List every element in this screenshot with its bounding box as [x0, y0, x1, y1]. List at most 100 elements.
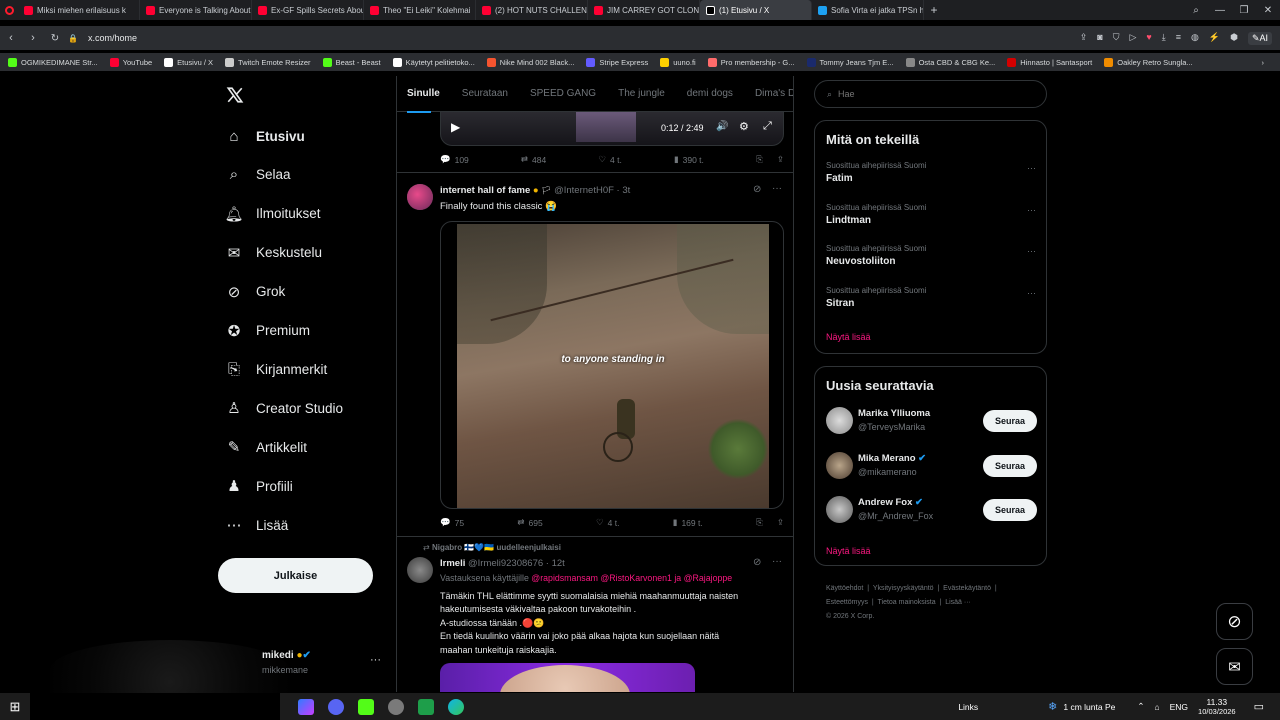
reply-button[interactable]: 💬 109 — [440, 154, 469, 165]
back-icon[interactable]: ‹ — [0, 32, 22, 44]
follow-button[interactable]: Seuraa — [983, 454, 1037, 477]
bookmark-item[interactable]: Twitch Emote Resizer — [225, 57, 311, 67]
bookmarks-overflow-icon[interactable]: › — [1262, 58, 1280, 67]
fullscreen-icon[interactable]: ⤢ — [763, 120, 772, 133]
bookmark-item[interactable]: uuno.fi — [660, 57, 696, 67]
bookmark-item[interactable]: Pro membership - G... — [707, 57, 795, 67]
nav-item-grok[interactable]: ⊘ Grok — [226, 280, 286, 304]
edge-icon[interactable] — [448, 698, 464, 715]
avatar[interactable] — [826, 407, 853, 434]
tab-speed-gang[interactable]: SPEED GANG — [530, 88, 596, 99]
avatar[interactable] — [407, 184, 433, 210]
tab-the-jungle[interactable]: The jungle — [618, 88, 665, 99]
follow-name[interactable]: Mika Merano ✔ — [858, 453, 926, 464]
nav-item-ilmoitukset[interactable]: 🔔︎ Ilmoitukset — [224, 202, 320, 226]
tab-seurataan[interactable]: Seurataan — [462, 88, 508, 99]
bookmark-item[interactable]: Käytetyt pelitietoko... — [392, 57, 475, 67]
browser-tab[interactable]: Theo "Ei Leiki" Kolehmai — [364, 0, 476, 20]
bookmark-item[interactable]: Tommy Jeans Tjm E... — [806, 57, 894, 67]
new-tab-plus-icon[interactable]: + — [924, 3, 944, 17]
browser-tab-active[interactable]: (1) Etusivu / X — [700, 0, 812, 20]
bookmark-item[interactable]: Beast - Beast — [322, 57, 381, 67]
weather-text[interactable]: 1 cm lunta Pe — [1063, 702, 1115, 712]
share-icon[interactable]: ⇪ — [777, 517, 784, 528]
close-window-icon[interactable]: ✕ — [1256, 5, 1280, 16]
trend-more-icon[interactable]: ··· — [1027, 246, 1036, 256]
post-button[interactable]: Julkaise — [218, 558, 373, 593]
bookmark-item[interactable]: Oakley Retro Sungla... — [1104, 57, 1193, 67]
trend-more-icon[interactable]: ··· — [1027, 288, 1036, 298]
author-name[interactable]: internet hall of fame — [440, 185, 530, 196]
repost-button[interactable]: ⇄ 695 — [517, 517, 542, 528]
nav-item-lisää[interactable]: ⋯ Lisää — [226, 513, 289, 537]
streaming-app-icon[interactable] — [418, 698, 434, 715]
copilot-icon[interactable] — [298, 698, 314, 715]
nav-item-premium[interactable]: ✪ Premium — [226, 319, 310, 343]
ai-button[interactable]: ✎AI — [1247, 31, 1272, 45]
account-more-icon[interactable]: ··· — [370, 654, 381, 666]
clock[interactable]: 11.33 10/03/2026 — [1198, 697, 1236, 717]
maximize-icon[interactable]: ❐ — [1232, 5, 1256, 16]
trend-more-icon[interactable]: ··· — [1027, 163, 1036, 173]
author-handle[interactable]: @Irmeli92308676 — [468, 558, 543, 569]
x-logo-icon[interactable] — [226, 86, 244, 109]
settings-gear-icon[interactable]: ⚙ — [739, 120, 749, 133]
avatar[interactable] — [407, 557, 433, 583]
account-name[interactable]: mikedi ●✔ — [262, 650, 311, 661]
tab-dimas-dist[interactable]: Dima's Dist — [755, 88, 793, 99]
tab-demi-dogs[interactable]: demi dogs — [687, 88, 733, 99]
video-player-2[interactable]: to anyone standing in — [440, 221, 784, 509]
messages-fab-icon[interactable]: ✉ — [1216, 648, 1253, 685]
nav-item-kirjanmerkit[interactable]: ⎘ Kirjanmerkit — [226, 357, 327, 381]
share-icon[interactable]: ⇪ — [1080, 32, 1088, 45]
follow-name[interactable]: Andrew Fox ✔ — [858, 497, 923, 508]
search-tabs-icon[interactable]: ⌕ — [1184, 5, 1208, 16]
browser-tab[interactable]: Ex-GF Spills Secrets About — [252, 0, 364, 20]
views-button[interactable]: ▮ 390 t. — [674, 154, 704, 165]
avatar[interactable] — [826, 451, 853, 479]
bookmark-item[interactable]: Etusivu / X — [164, 57, 213, 67]
share-icon[interactable]: ⇪ — [777, 154, 784, 165]
author-handle[interactable]: @InternetH0F — [554, 185, 614, 196]
trend-item[interactable]: Suosittua aihepiirissä Suomi Fatim ··· — [826, 161, 1036, 184]
trend-item[interactable]: Suosittua aihepiirissä Suomi Lindtman ··· — [826, 203, 1036, 226]
bookmark-icon[interactable]: ⎘ — [756, 154, 763, 165]
notification-icon[interactable]: ▭ — [1254, 700, 1264, 713]
post-more-icon[interactable]: ··· — [772, 556, 782, 567]
follow-name[interactable]: Marika Ylliuoma — [858, 408, 930, 419]
browser-tab[interactable]: Miksi miehen erilaisuus k — [18, 0, 140, 20]
like-button[interactable]: ♡ 4 t. — [598, 154, 621, 165]
network-icon[interactable]: ⌂ — [1154, 702, 1159, 712]
opera-logo-icon[interactable] — [0, 0, 18, 20]
nav-item-keskustelu[interactable]: ✉ Keskustelu — [226, 241, 322, 265]
nav-item-etusivu[interactable]: ⌂ Etusivu — [226, 124, 304, 148]
shield-icon[interactable]: ⛉ — [1113, 32, 1120, 45]
views-button[interactable]: ▮ 169 t. — [673, 517, 703, 528]
volume-icon[interactable]: 🔊 — [716, 121, 728, 132]
minimize-icon[interactable]: — — [1208, 5, 1232, 16]
post-more-icon[interactable]: ··· — [772, 183, 782, 194]
video-player-1[interactable]: ▶ 0:12 / 2:49 🔊 ⚙ ⤢ — [440, 112, 784, 146]
download-icon[interactable]: ⤓ — [1162, 32, 1166, 45]
forward-icon[interactable]: › — [22, 32, 44, 44]
repost-button[interactable]: ⇄ 484 — [521, 154, 546, 165]
nav-item-profiili[interactable]: ♟ Profiili — [226, 474, 293, 498]
grok-icon[interactable]: ⊘ — [753, 184, 761, 195]
follow-button[interactable]: Seuraa — [983, 499, 1037, 521]
nav-item-artikkelit[interactable]: ✎ Artikkelit — [226, 435, 307, 459]
follow-button[interactable]: Seuraa — [983, 410, 1037, 432]
discord-icon[interactable] — [328, 698, 344, 715]
bookmark-item[interactable]: YouTube — [109, 57, 152, 67]
bookmark-item[interactable]: OGMIKEDIMANE Str... — [8, 57, 98, 67]
camera-icon[interactable]: ◙ — [1097, 32, 1102, 45]
extension-icon[interactable]: ⚡ — [1209, 32, 1220, 45]
search-box[interactable]: ⌕ — [814, 80, 1047, 108]
trend-item[interactable]: Suosittua aihepiirissä Suomi Sitran ··· — [826, 286, 1036, 309]
play-icon[interactable]: ▶ — [451, 120, 460, 134]
reload-icon[interactable]: ↻ — [44, 33, 66, 44]
like-button[interactable]: ♡ 4 t. — [596, 517, 619, 528]
grok-icon[interactable]: ⊘ — [753, 557, 761, 568]
bookmark-item[interactable]: Hinnasto | Santasport — [1007, 57, 1092, 67]
nav-item-creator-studio[interactable]: ♙ Creator Studio — [226, 396, 343, 420]
trend-item[interactable]: Suosittua aihepiirissä Suomi Neuvostoliit… — [826, 244, 1036, 267]
